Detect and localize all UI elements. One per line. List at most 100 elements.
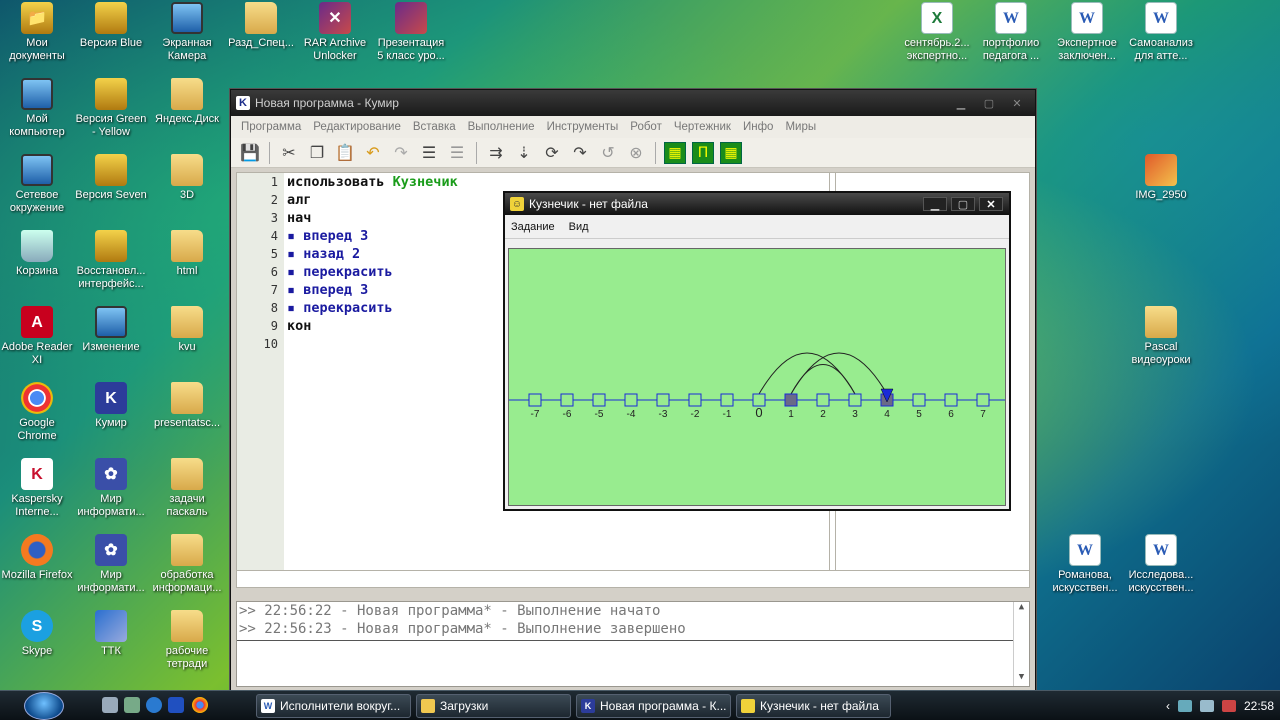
- media-icon[interactable]: [168, 697, 184, 713]
- desktop-icon-romanova[interactable]: W Романова, искусствен...: [1048, 534, 1122, 595]
- run-regular-icon[interactable]: ⇉: [483, 141, 509, 165]
- kumir-app-icon: K: [236, 96, 250, 110]
- taskbar-task[interactable]: K Новая программа - К...: [576, 694, 731, 718]
- start-button[interactable]: [24, 692, 64, 720]
- taskbar-task[interactable]: Загрузки: [416, 694, 571, 718]
- save-icon[interactable]: 💾: [237, 141, 263, 165]
- menu-item[interactable]: Программа: [235, 121, 307, 133]
- language-icon[interactable]: [1221, 700, 1236, 712]
- desktop-icon-expert[interactable]: W Экспертное заключен...: [1050, 2, 1124, 63]
- ie-icon[interactable]: [146, 697, 162, 713]
- line-number: 7: [270, 283, 278, 297]
- desktop-icon-img2950[interactable]: IMG_2950: [1124, 154, 1198, 202]
- desktop-icon-mir2[interactable]: ✿ Мир информати...: [74, 534, 148, 595]
- desktop-icon-screen-cam[interactable]: Экранная Камера: [150, 2, 224, 63]
- desktop-icon-pascal[interactable]: Pascal видеоуроки: [1124, 306, 1198, 367]
- step-over-icon[interactable]: ⟳: [539, 141, 565, 165]
- minimize-button[interactable]: ▁: [949, 95, 973, 111]
- desktop-icon-mir1[interactable]: ✿ Мир информати...: [74, 458, 148, 519]
- desktop-icon-ttk[interactable]: ТТК: [74, 610, 148, 658]
- desktop-icon-network[interactable]: Сетевое окружение: [0, 154, 74, 215]
- horizontal-scrollbar[interactable]: [236, 570, 1030, 588]
- menu-item[interactable]: Миры: [779, 121, 822, 133]
- desktop-icon-portf[interactable]: Wпортфолио педагога ...: [974, 2, 1048, 63]
- desktop-icon-html[interactable]: html: [150, 230, 224, 278]
- desktop-icon-chrome[interactable]: Google Chrome: [0, 382, 74, 443]
- indent-icon[interactable]: ☰: [416, 141, 442, 165]
- menu-item[interactable]: Инфо: [737, 121, 779, 133]
- menu-item[interactable]: Выполнение: [462, 121, 541, 133]
- code-line[interactable]: использовать Кузнечик: [287, 173, 827, 191]
- desktop-icon-kvu[interactable]: kvu: [150, 306, 224, 354]
- cut-icon[interactable]: ✂: [276, 141, 302, 165]
- desktop-icon-kasp[interactable]: K Kaspersky Interne...: [0, 458, 74, 519]
- switch-windows-icon[interactable]: [124, 697, 140, 713]
- taskbar-task[interactable]: Кузнечик - нет файла: [736, 694, 891, 718]
- taskbar-task[interactable]: W Исполнители вокруг...: [256, 694, 411, 718]
- menu-zadanie[interactable]: Задание: [511, 221, 555, 233]
- grasshopper-window: ☺ Кузнечик - нет файла ▁ ▢ ✕ Задание Вид…: [503, 191, 1011, 511]
- main-titlebar[interactable]: K Новая программа - Кумир ▁ ▢ ✕: [231, 90, 1035, 116]
- desktop-icon-v-green[interactable]: Версия Green - Yellow: [74, 78, 148, 139]
- menu-item[interactable]: Редактирование: [307, 121, 407, 133]
- desktop-icon-rar[interactable]: ✕ RAR Archive Unlocker: [298, 2, 372, 63]
- scroll-down-icon[interactable]: ▼: [1014, 672, 1029, 686]
- step-in-icon[interactable]: ↷: [567, 141, 593, 165]
- menu-item[interactable]: Чертежник: [668, 121, 737, 133]
- desktop-icon-issled[interactable]: W Исследова... искусствен...: [1124, 534, 1198, 595]
- desktop-icon-presentatsc[interactable]: presentatsc...: [150, 382, 224, 430]
- menu-vid[interactable]: Вид: [569, 221, 589, 233]
- redo-icon[interactable]: ↷: [388, 141, 414, 165]
- desktop-icon-sept[interactable]: Xсентябрь.2... экспертно...: [900, 2, 974, 63]
- stop-icon[interactable]: ⊗: [623, 141, 649, 165]
- desktop-icon-bin[interactable]: Корзина: [0, 230, 74, 278]
- desktop-icon-prez[interactable]: Презентация 5 класс уро...: [374, 2, 448, 63]
- unindent-icon[interactable]: ☰: [444, 141, 470, 165]
- desktop-icon-razd[interactable]: Разд_Спец...: [224, 2, 298, 50]
- desktop-icon-rabochie[interactable]: рабочие тетради: [150, 610, 224, 671]
- robot-world-icon[interactable]: П: [692, 141, 714, 164]
- desktop-icon-v-seven[interactable]: Версия Seven: [74, 154, 148, 202]
- desktop-icon-label: Самоанализ для атте...: [1129, 37, 1193, 62]
- desktop-icon-adobe[interactable]: A Adobe Reader XI: [0, 306, 74, 367]
- desktop-icon-f3d[interactable]: 3D: [150, 154, 224, 202]
- show-desktop-icon[interactable]: [102, 697, 118, 713]
- tick-label: 6: [948, 409, 954, 420]
- grasshopper-world-icon[interactable]: ▦: [720, 141, 742, 164]
- console-scrollbar[interactable]: ▲ ▼: [1013, 602, 1029, 686]
- menu-item[interactable]: Робот: [624, 121, 668, 133]
- close-button[interactable]: ✕: [1005, 95, 1029, 111]
- desktop-icon-obrab[interactable]: обработка информаци...: [150, 534, 224, 595]
- desktop-icon-firefox[interactable]: Mozilla Firefox: [0, 534, 74, 582]
- close-button[interactable]: ✕: [979, 197, 1003, 211]
- step-out-icon[interactable]: ↺: [595, 141, 621, 165]
- tray-expand-icon[interactable]: ‹: [1166, 699, 1170, 713]
- menu-item[interactable]: Вставка: [407, 121, 462, 133]
- desktop-icon-zadachi[interactable]: задачи паскаль: [150, 458, 224, 519]
- desktop-icon-kumir[interactable]: K Кумир: [74, 382, 148, 430]
- kumir-icon: K: [95, 382, 127, 414]
- menu-item[interactable]: Инструменты: [541, 121, 625, 133]
- maximize-button[interactable]: ▢: [951, 197, 975, 211]
- desktop-icon-mycomp[interactable]: Мой компьютер: [0, 78, 74, 139]
- scroll-up-icon[interactable]: ▲: [1014, 602, 1029, 616]
- desktop-icon-v-blue[interactable]: Версия Blue: [74, 2, 148, 50]
- grid-world-icon[interactable]: ▦: [664, 141, 686, 164]
- grasshopper-titlebar[interactable]: ☺ Кузнечик - нет файла ▁ ▢ ✕: [505, 193, 1009, 215]
- desktop-icon-samo[interactable]: W Самоанализ для атте...: [1124, 2, 1198, 63]
- clock[interactable]: 22:58: [1244, 699, 1274, 713]
- desktop-icon-yadisk[interactable]: Яндекс.Диск: [150, 78, 224, 126]
- desktop-icon-change[interactable]: Изменение: [74, 306, 148, 354]
- network-icon[interactable]: [1177, 700, 1192, 712]
- undo-icon[interactable]: ↶: [360, 141, 386, 165]
- paste-icon[interactable]: 📋: [332, 141, 358, 165]
- desktop-icon-skype[interactable]: S Skype: [0, 610, 74, 658]
- desktop-icon-my-docs[interactable]: 📁 Мои документы: [0, 2, 74, 63]
- run-step-icon[interactable]: ⇣: [511, 141, 537, 165]
- maximize-button[interactable]: ▢: [977, 95, 1001, 111]
- minimize-button[interactable]: ▁: [923, 197, 947, 211]
- chrome-icon[interactable]: [192, 697, 208, 713]
- volume-icon[interactable]: [1199, 700, 1214, 712]
- desktop-icon-restore[interactable]: Восстановл... интерфейс...: [74, 230, 148, 291]
- copy-icon[interactable]: ❐: [304, 141, 330, 165]
